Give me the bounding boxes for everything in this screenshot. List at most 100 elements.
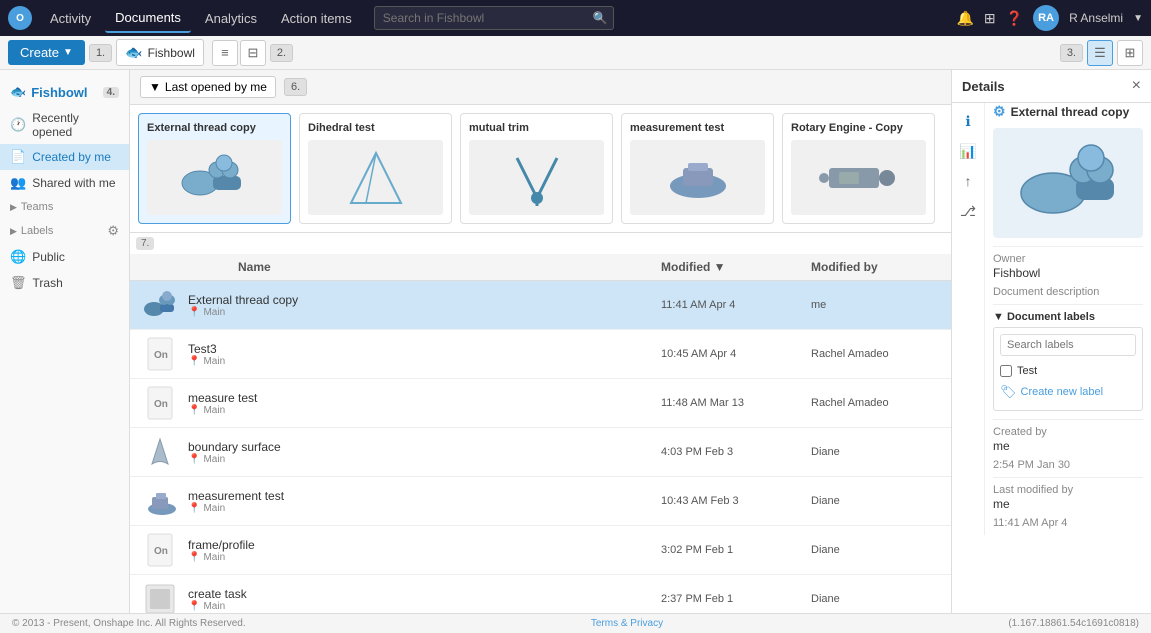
- thumb-card-measurement-test[interactable]: measurement test: [621, 113, 774, 224]
- view-list-icon-btn[interactable]: ≡: [212, 40, 238, 66]
- thumb-card-mutual-trim[interactable]: mutual trim: [460, 113, 613, 224]
- teams-expand-icon: ▶: [10, 202, 17, 213]
- details-content-wrap: ℹ 📊 ↑ ⎇ ⚙ External thread copy: [952, 103, 1151, 535]
- sidebar-section-labels[interactable]: ▶ Labels ⚙: [0, 218, 129, 244]
- sidebar-item-created-by-me[interactable]: 📄 Created by me: [0, 144, 129, 170]
- row-sub-label-2: Main: [203, 405, 225, 416]
- row-modby-2: Rachel Amadeo: [811, 397, 941, 409]
- row-name-col-2: measure test 📍 Main: [180, 391, 661, 416]
- labels-search-input[interactable]: [1000, 334, 1136, 356]
- row-modby-3: Diane: [811, 446, 941, 458]
- header-modified-by: Modified by: [811, 260, 941, 274]
- apps-icon[interactable]: ⊞: [984, 10, 996, 27]
- sidebar-item-trash[interactable]: 🗑 Trash: [0, 270, 129, 296]
- toolbar-badge-1[interactable]: 1.: [89, 44, 112, 62]
- thumb-card-dihedral-test[interactable]: Dihedral test: [299, 113, 452, 224]
- workspace-icon: 🐟: [125, 44, 142, 61]
- list-row[interactable]: create task 📍 Main 2:37 PM Feb 1 Diane: [130, 575, 951, 613]
- list-row[interactable]: On measure test 📍 Main 11:48 AM Mar 13 R…: [130, 379, 951, 428]
- row-sub-1: 📍 Main: [188, 356, 661, 367]
- nav-tab-analytics[interactable]: Analytics: [195, 5, 267, 32]
- details-preview: [993, 128, 1143, 238]
- owner-section: Owner Fishbowl: [993, 253, 1143, 280]
- user-name[interactable]: R Anselmi: [1069, 11, 1123, 25]
- nav-tab-action-items[interactable]: Action items: [271, 5, 362, 32]
- sidebar-item-public[interactable]: 🌐 Public: [0, 244, 129, 270]
- doc-description-section: Document description: [993, 286, 1143, 298]
- search-input[interactable]: [374, 6, 614, 30]
- doc-labels-collapse-icon[interactable]: ▼: [993, 311, 1004, 323]
- row-name-2: measure test: [188, 391, 661, 405]
- sidebar-badge: 4.: [103, 87, 119, 98]
- details-header: Details ×: [952, 70, 1151, 103]
- pin-icon-3: 📍: [188, 454, 200, 465]
- row-modby-4: Diane: [811, 495, 941, 507]
- notifications-icon[interactable]: 🔔: [956, 10, 973, 27]
- divider-2: [993, 304, 1143, 305]
- footer-terms[interactable]: Terms & Privacy: [591, 618, 663, 629]
- user-dropdown-icon[interactable]: ▼: [1133, 13, 1143, 24]
- workspace-selector[interactable]: 🐟 Fishbowl: [116, 39, 204, 66]
- divider-1: [993, 246, 1143, 247]
- row-modified-2: 11:48 AM Mar 13: [661, 397, 811, 409]
- thumb-label-2: mutual trim: [469, 122, 604, 134]
- details-chart-icon[interactable]: 📊: [958, 141, 978, 161]
- created-by-value: me: [993, 439, 1143, 453]
- row-modified-0: 11:41 AM Apr 4: [661, 299, 811, 311]
- grid-tile-view-btn[interactable]: ⊞: [1117, 40, 1143, 66]
- sidebar-section-teams[interactable]: ▶ Teams: [0, 196, 129, 218]
- pin-icon-2: 📍: [188, 405, 200, 416]
- row-name-5: frame/profile: [188, 538, 661, 552]
- create-label-button[interactable]: 🏷 Create new label: [1000, 380, 1136, 404]
- list-row[interactable]: On frame/profile 📍 Main 3:02 PM Feb 1 Di…: [130, 526, 951, 575]
- top-nav: O Activity Documents Analytics Action it…: [0, 0, 1151, 36]
- view-detail-icon-btn[interactable]: ⊟: [240, 40, 266, 66]
- create-caret-icon: ▼: [63, 47, 73, 58]
- list-row[interactable]: External thread copy 📍 Main 11:41 AM Apr…: [130, 281, 951, 330]
- view-icons: ≡ ⊟: [212, 40, 266, 66]
- help-icon[interactable]: ❓: [1006, 10, 1023, 27]
- divider-3: [993, 419, 1143, 420]
- row-sub-label-6: Main: [203, 601, 225, 612]
- sidebar-item-shared-with-me[interactable]: 👥 Shared with me: [0, 170, 129, 196]
- svg-text:On: On: [154, 399, 168, 410]
- thumb-card-rotary-engine-copy[interactable]: Rotary Engine - Copy: [782, 113, 935, 224]
- sidebar-workspace-header[interactable]: 🐟 Fishbowl 4.: [0, 78, 129, 106]
- nav-tab-documents[interactable]: Documents: [105, 4, 191, 33]
- row-name-col-4: measurement test 📍 Main: [180, 489, 661, 514]
- filter-button[interactable]: ▼ Last opened by me: [140, 76, 276, 98]
- footer-version: (1.167.18861.54c1691c0818): [1008, 618, 1139, 629]
- list-row[interactable]: measurement test 📍 Main 10:43 AM Feb 3 D…: [130, 477, 951, 526]
- sidebar-workspace-name: Fishbowl: [31, 85, 87, 100]
- nav-tab-activity[interactable]: Activity: [40, 5, 101, 32]
- create-label-text: Create new label: [1021, 386, 1104, 398]
- created-by-label: Created by: [993, 426, 1143, 438]
- thumb-img-1: [308, 140, 443, 215]
- list-row[interactable]: On Test3 📍 Main 10:45 AM Apr 4 Rachel Am…: [130, 330, 951, 379]
- details-panel: Details × ℹ 📊 ↑ ⎇ ⚙ External thread copy: [951, 70, 1151, 613]
- doc-labels-section: ▼ Document labels Test 🏷 Create new labe…: [993, 311, 1143, 411]
- toolbar-badge-3[interactable]: 3.: [1060, 44, 1083, 62]
- details-doc-name: External thread copy: [1011, 105, 1130, 119]
- created-date: 2:54 PM Jan 30: [993, 459, 1143, 471]
- create-button[interactable]: Create ▼: [8, 40, 85, 65]
- labels-settings-icon[interactable]: ⚙: [107, 223, 119, 239]
- header-modified[interactable]: Modified ▼: [661, 260, 811, 274]
- thumb-card-external-thread-copy[interactable]: External thread copy: [138, 113, 291, 224]
- avatar[interactable]: RA: [1033, 5, 1059, 31]
- pin-icon-4: 📍: [188, 503, 200, 514]
- details-branch-icon[interactable]: ⎇: [958, 201, 978, 221]
- row-icon-3: [140, 434, 180, 470]
- details-share-icon[interactable]: ↑: [958, 171, 978, 191]
- sidebar-item-recently-opened[interactable]: 🕐 Recently opened: [0, 106, 129, 144]
- search-bar: 🔍: [374, 6, 614, 30]
- list-section: 7. Name Modified ▼ Modified by: [130, 233, 951, 613]
- label-checkbox-test[interactable]: [1000, 365, 1012, 377]
- details-info-icon[interactable]: ℹ: [958, 111, 978, 131]
- doc-labels-header: ▼ Document labels: [993, 311, 1143, 323]
- list-row[interactable]: boundary surface 📍 Main 4:03 PM Feb 3 Di…: [130, 428, 951, 477]
- row-sub-label-3: Main: [203, 454, 225, 465]
- details-close-button[interactable]: ×: [1132, 78, 1141, 94]
- toolbar-badge-2[interactable]: 2.: [270, 44, 293, 62]
- grid-list-view-btn[interactable]: ☰: [1087, 40, 1113, 66]
